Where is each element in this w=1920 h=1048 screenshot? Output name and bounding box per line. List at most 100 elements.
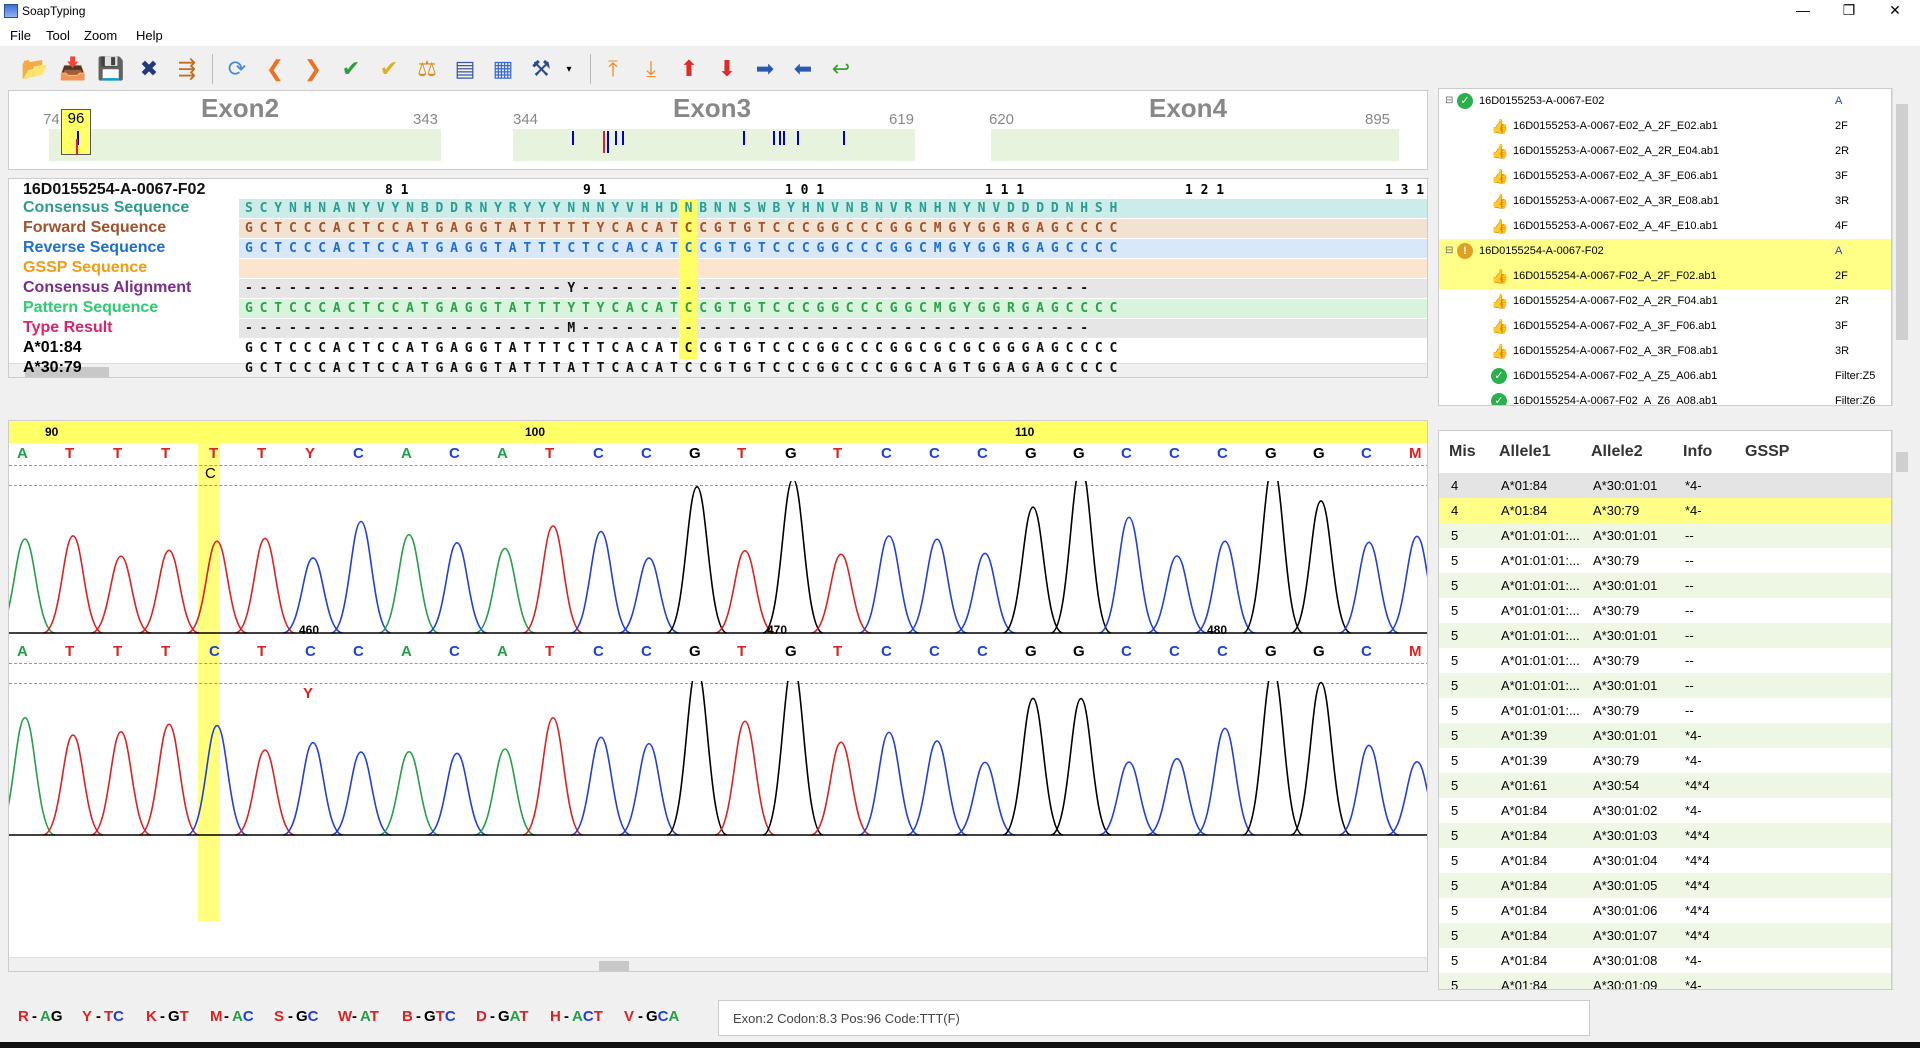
base-call[interactable]: C <box>1361 445 1372 462</box>
base-call[interactable]: T <box>833 445 842 462</box>
base-call[interactable]: T <box>161 445 170 462</box>
tree-vscroll[interactable] <box>1892 88 1910 406</box>
base-call[interactable]: Y <box>305 445 315 462</box>
arrow-left-icon[interactable]: ⬅ <box>788 54 818 84</box>
base-call[interactable]: C <box>977 643 988 660</box>
base-call[interactable]: T <box>113 643 122 660</box>
base-call[interactable]: G <box>1265 445 1277 462</box>
export-icon[interactable]: ⇶ <box>172 54 202 84</box>
tree-item[interactable]: 👍 16D0155253-A-0067-E02_A_2F_E02.ab1 2F <box>1439 114 1891 139</box>
result-row[interactable]: 5 A*01:01:01:... A*30:79 -- <box>1439 648 1891 673</box>
base-call[interactable]: T <box>209 445 218 462</box>
base-call[interactable]: C <box>929 445 940 462</box>
approve-icon[interactable]: ✔ <box>336 54 366 84</box>
sample-tree[interactable]: ⊟ ✓ 16D0155253-A-0067-E02 A 👍 16D0155253-A-00… <box>1438 88 1892 406</box>
open-folder-icon[interactable]: 📂 <box>20 54 50 84</box>
delete-icon[interactable]: ✖ <box>134 54 164 84</box>
result-row[interactable]: 5 A*01:01:01:... A*30:01:01 -- <box>1439 623 1891 648</box>
base-call[interactable]: G <box>689 643 701 660</box>
base-call[interactable]: T <box>161 643 170 660</box>
base-call[interactable]: G <box>1313 445 1325 462</box>
base-call[interactable]: T <box>737 445 746 462</box>
base-call[interactable]: G <box>1025 445 1037 462</box>
arrow-down-icon[interactable]: ⬇ <box>712 54 742 84</box>
result-row[interactable]: 5 A*01:61 A*30:54 *4*4 <box>1439 773 1891 798</box>
tree-item[interactable]: 👍 16D0155254-A-0067-F02_A_2R_F04.ab1 2R <box>1439 289 1891 314</box>
base-call[interactable]: C <box>1361 643 1372 660</box>
base-call[interactable]: A <box>497 445 508 462</box>
base-call[interactable]: C <box>641 643 652 660</box>
exon4-bar[interactable] <box>991 129 1399 161</box>
result-row[interactable]: 5 A*01:84 A*30:01:04 *4*4 <box>1439 848 1891 873</box>
exon-map[interactable]: Exon2 74 343 Exon3 344 619 Exon4 620 895… <box>8 90 1428 170</box>
import-icon[interactable]: 📥 <box>58 54 88 84</box>
exon2-bar[interactable] <box>49 129 441 161</box>
result-row[interactable]: 5 A*01:01:01:... A*30:79 -- <box>1439 548 1891 573</box>
base-call[interactable]: T <box>113 445 122 462</box>
base-call[interactable]: C <box>1121 643 1132 660</box>
chromatogram-panel[interactable]: 90 100 110 ATTTTTYCACATCCGTGTCCCGGCCCGGC… <box>8 420 1428 972</box>
base-call[interactable]: C <box>593 445 604 462</box>
result-row[interactable]: 5 A*01:84 A*30:01:02 *4- <box>1439 798 1891 823</box>
base-call[interactable]: G <box>785 445 797 462</box>
tools-icon[interactable]: ⚒ <box>526 54 556 84</box>
base-call[interactable]: A <box>497 643 508 660</box>
close-button[interactable]: ✕ <box>1872 0 1918 22</box>
tree-item[interactable]: 👍 16D0155253-A-0067-E02_A_3R_E08.ab1 3R <box>1439 189 1891 214</box>
tree-item[interactable]: 👍 16D0155254-A-0067-F02_A_2F_F02.ab1 2F <box>1439 264 1891 289</box>
menu-zoom[interactable]: Zoom <box>84 28 117 43</box>
tree-item[interactable]: ✓ 16D0155254-A-0067-F02_A_Z5_A06.ab1 Filte… <box>1439 364 1891 389</box>
result-row[interactable]: 4 A*01:84 A*30:01:01 *4- <box>1439 473 1891 498</box>
refresh-icon[interactable]: ⟳ <box>222 54 252 84</box>
base-call[interactable]: T <box>737 643 746 660</box>
col-allele2[interactable]: Allele2 <box>1591 443 1643 461</box>
minimize-button[interactable]: — <box>1780 0 1826 22</box>
menu-tool[interactable]: Tool <box>46 28 70 43</box>
result-row[interactable]: 5 A*01:01:01:... A*30:79 -- <box>1439 598 1891 623</box>
base-call[interactable]: G <box>689 445 701 462</box>
collapse-icon[interactable]: ⊟ <box>1445 95 1453 106</box>
base-call[interactable]: C <box>1217 445 1228 462</box>
result-row[interactable]: 5 A*01:84 A*30:01:03 *4*4 <box>1439 823 1891 848</box>
base-call[interactable]: C <box>209 643 220 660</box>
tree-item[interactable]: 👍 16D0155253-A-0067-E02_A_4F_E10.ab1 4F <box>1439 214 1891 239</box>
undo-icon[interactable]: ↩ <box>826 54 856 84</box>
base-call[interactable]: C <box>929 643 940 660</box>
result-row[interactable]: 5 A*01:84 A*30:01:05 *4*4 <box>1439 873 1891 898</box>
move-top-icon[interactable]: ⤒ <box>598 54 628 84</box>
base-call[interactable]: T <box>257 643 266 660</box>
col-allele1[interactable]: Allele1 <box>1499 443 1551 461</box>
base-call[interactable]: C <box>977 445 988 462</box>
base-call[interactable]: C <box>353 643 364 660</box>
base-call[interactable]: C <box>641 445 652 462</box>
base-call[interactable]: C <box>449 643 460 660</box>
tree-item[interactable]: ⊟ ✓ 16D0155253-A-0067-E02 A <box>1439 89 1891 114</box>
sequence-table[interactable]: 16D0155254-A-0067-F02 8 1 9 1 1 0 1 1 1 … <box>8 178 1428 378</box>
restore-button[interactable]: ❐ <box>1826 0 1872 22</box>
previous-icon[interactable]: ❮ <box>260 54 290 84</box>
result-row[interactable]: 5 A*01:84 A*30:01:09 *4- <box>1439 973 1891 989</box>
arrow-up-icon[interactable]: ⬆ <box>674 54 704 84</box>
save-icon[interactable]: 💾 <box>96 54 126 84</box>
tree-item[interactable]: 👍 16D0155254-A-0067-F02_A_3R_F08.ab1 3R <box>1439 339 1891 364</box>
tools-dropdown-icon[interactable]: ▾ <box>554 54 584 84</box>
result-row[interactable]: 5 A*01:39 A*30:79 *4- <box>1439 748 1891 773</box>
result-row[interactable]: 5 A*01:01:01:... A*30:01:01 -- <box>1439 673 1891 698</box>
base-call[interactable]: T <box>65 643 74 660</box>
base-call[interactable]: M <box>1409 643 1422 660</box>
result-row[interactable]: 5 A*01:39 A*30:01:01 *4- <box>1439 723 1891 748</box>
report-icon[interactable]: ▤ <box>450 54 480 84</box>
result-row[interactable]: 5 A*01:01:01:... A*30:01:01 -- <box>1439 523 1891 548</box>
layout-icon[interactable]: ▦ <box>488 54 518 84</box>
base-call[interactable]: C <box>881 445 892 462</box>
base-call[interactable]: T <box>545 445 554 462</box>
next-icon[interactable]: ❯ <box>298 54 328 84</box>
menu-file[interactable]: File <box>10 28 31 43</box>
tree-item[interactable]: ⊟! 16D0155254-A-0067-F02 A <box>1439 239 1891 264</box>
base-call[interactable]: A <box>401 445 412 462</box>
base-call[interactable]: C <box>1121 445 1132 462</box>
menu-help[interactable]: Help <box>136 28 163 43</box>
collapse-icon[interactable]: ⊟ <box>1445 245 1453 256</box>
base-call[interactable]: G <box>1025 643 1037 660</box>
base-call[interactable]: C <box>881 643 892 660</box>
